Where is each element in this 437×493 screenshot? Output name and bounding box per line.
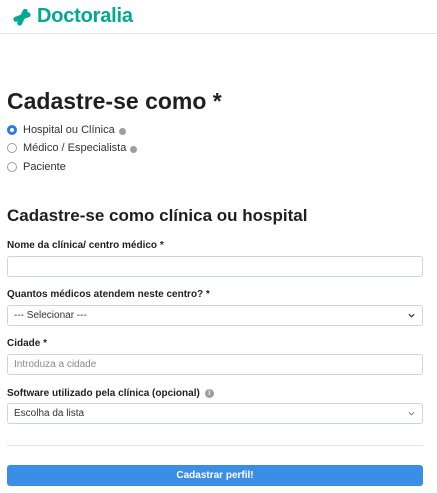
clinic-name-label: Nome da clínica/ centro médico * bbox=[7, 240, 164, 251]
submit-profile-button[interactable]: Cadastrar perfil! bbox=[7, 465, 423, 486]
software-label: Software utilizado pela clínica (opciona… bbox=[7, 388, 214, 399]
radio-hospital-clinic[interactable]: Hospital ou Clínica bbox=[7, 124, 126, 136]
chevron-down-icon bbox=[408, 313, 415, 318]
doctor-count-select[interactable]: --- Selecionar --- bbox=[7, 305, 423, 326]
form-divider bbox=[7, 445, 423, 446]
page-title: Cadastre-se como * bbox=[7, 88, 222, 114]
radio-patient[interactable]: Paciente bbox=[7, 161, 66, 173]
clinic-name-label-text: Nome da clínica/ centro médico * bbox=[7, 240, 164, 251]
info-icon[interactable] bbox=[118, 127, 126, 135]
radio-button-selected[interactable] bbox=[7, 125, 17, 135]
doctor-count-label-text: Quantos médicos atendem neste centro? * bbox=[7, 289, 210, 300]
radio-label: Hospital ou Clínica bbox=[23, 124, 115, 136]
radio-label: Médico / Especialista bbox=[23, 142, 127, 154]
radio-button[interactable] bbox=[7, 162, 17, 172]
section-title: Cadastre-se como clínica ou hospital bbox=[7, 206, 308, 225]
info-icon[interactable]: i bbox=[204, 389, 214, 398]
city-label: Cidade * bbox=[7, 338, 47, 349]
doctoralia-logo-icon bbox=[13, 8, 31, 26]
doctor-count-selected-value: --- Selecionar --- bbox=[14, 310, 87, 321]
city-label-text: Cidade * bbox=[7, 338, 48, 349]
software-label-text: Software utilizado pela clínica (opciona… bbox=[7, 388, 200, 399]
info-icon[interactable] bbox=[130, 145, 138, 153]
brand-name: Doctoralia bbox=[37, 5, 133, 27]
software-selected-value: Escolha da lista bbox=[14, 408, 85, 419]
software-select[interactable]: Escolha da lista bbox=[7, 403, 423, 424]
doctor-count-label: Quantos médicos atendem neste centro? * bbox=[7, 289, 210, 300]
radio-label: Paciente bbox=[23, 161, 66, 173]
top-header: Doctoralia bbox=[0, 0, 437, 34]
clinic-name-input[interactable] bbox=[7, 256, 423, 277]
radio-doctor-specialist[interactable]: Médico / Especialista bbox=[7, 142, 138, 154]
city-input[interactable]: Introduza a cidade bbox=[7, 354, 423, 375]
city-placeholder: Introduza a cidade bbox=[14, 359, 97, 370]
doctoralia-logo[interactable]: Doctoralia bbox=[11, 5, 133, 28]
submit-button-label: Cadastrar perfil! bbox=[176, 470, 254, 481]
chevron-down-icon bbox=[408, 411, 415, 416]
radio-button[interactable] bbox=[7, 143, 17, 153]
